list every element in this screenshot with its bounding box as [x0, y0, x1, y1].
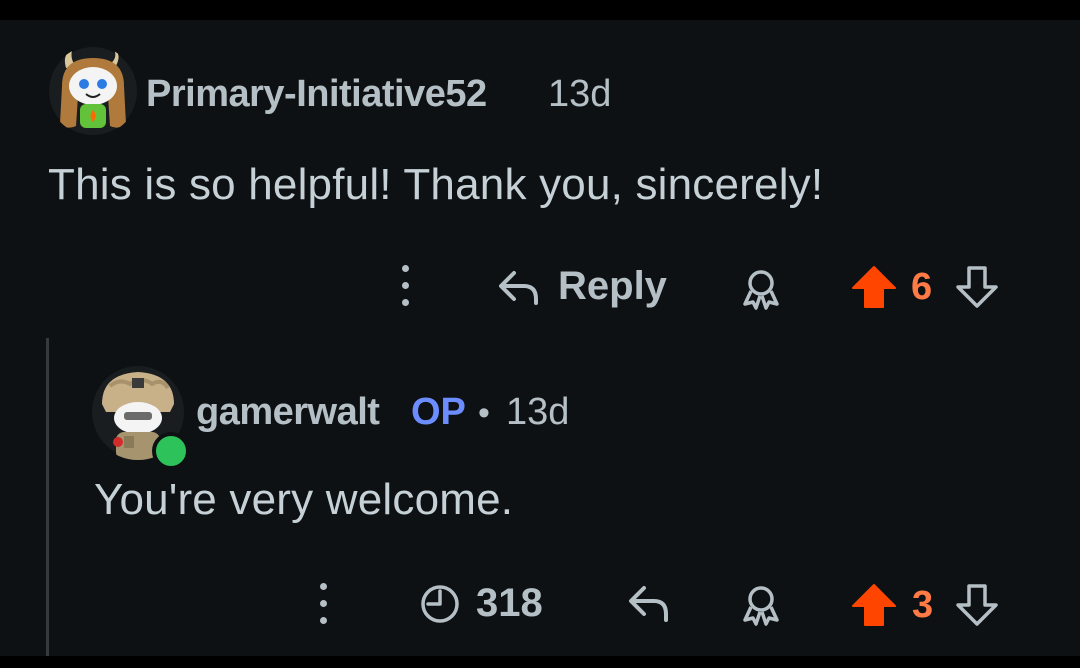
comment-time: 13d: [506, 391, 570, 433]
more-options-icon[interactable]: [318, 583, 328, 625]
online-status-indicator: [152, 432, 190, 470]
award-icon[interactable]: [738, 266, 784, 312]
downvote-arrow-icon[interactable]: [954, 582, 1000, 628]
username[interactable]: gamerwalt: [196, 391, 380, 434]
award-icon[interactable]: [738, 582, 784, 628]
views-count: 318: [418, 581, 543, 626]
separator-dot: •: [478, 394, 490, 432]
upvote-arrow-icon[interactable]: [850, 582, 898, 628]
vote-count: 3: [912, 584, 934, 626]
upvote-arrow-icon[interactable]: [850, 264, 898, 310]
comment-body: This is so helpful! Thank you, sincerely…: [48, 160, 824, 209]
reply-arrow-icon: [496, 267, 542, 307]
username[interactable]: Primary-Initiative52: [146, 73, 487, 116]
avatar[interactable]: [48, 46, 138, 136]
comment-actions: 318 3: [0, 572, 1080, 632]
comment-body: You're very welcome.: [94, 475, 514, 524]
comment-actions: Reply 6: [0, 256, 1080, 316]
views-label: 318: [476, 581, 543, 625]
reply-label: Reply: [558, 264, 667, 308]
more-options-icon[interactable]: [400, 265, 410, 307]
downvote-arrow-icon[interactable]: [954, 264, 1000, 310]
clock-views-icon: [418, 582, 462, 626]
comment: Primary-Initiative52 13d This is so help…: [0, 20, 1080, 330]
op-badge: OP: [411, 391, 466, 433]
comment-time: 13d: [548, 73, 612, 115]
reply-button[interactable]: Reply: [496, 264, 667, 309]
vote-count: 6: [911, 266, 933, 308]
comment-thread: Primary-Initiative52 13d This is so help…: [0, 20, 1080, 656]
reply-arrow-icon[interactable]: [626, 582, 672, 626]
